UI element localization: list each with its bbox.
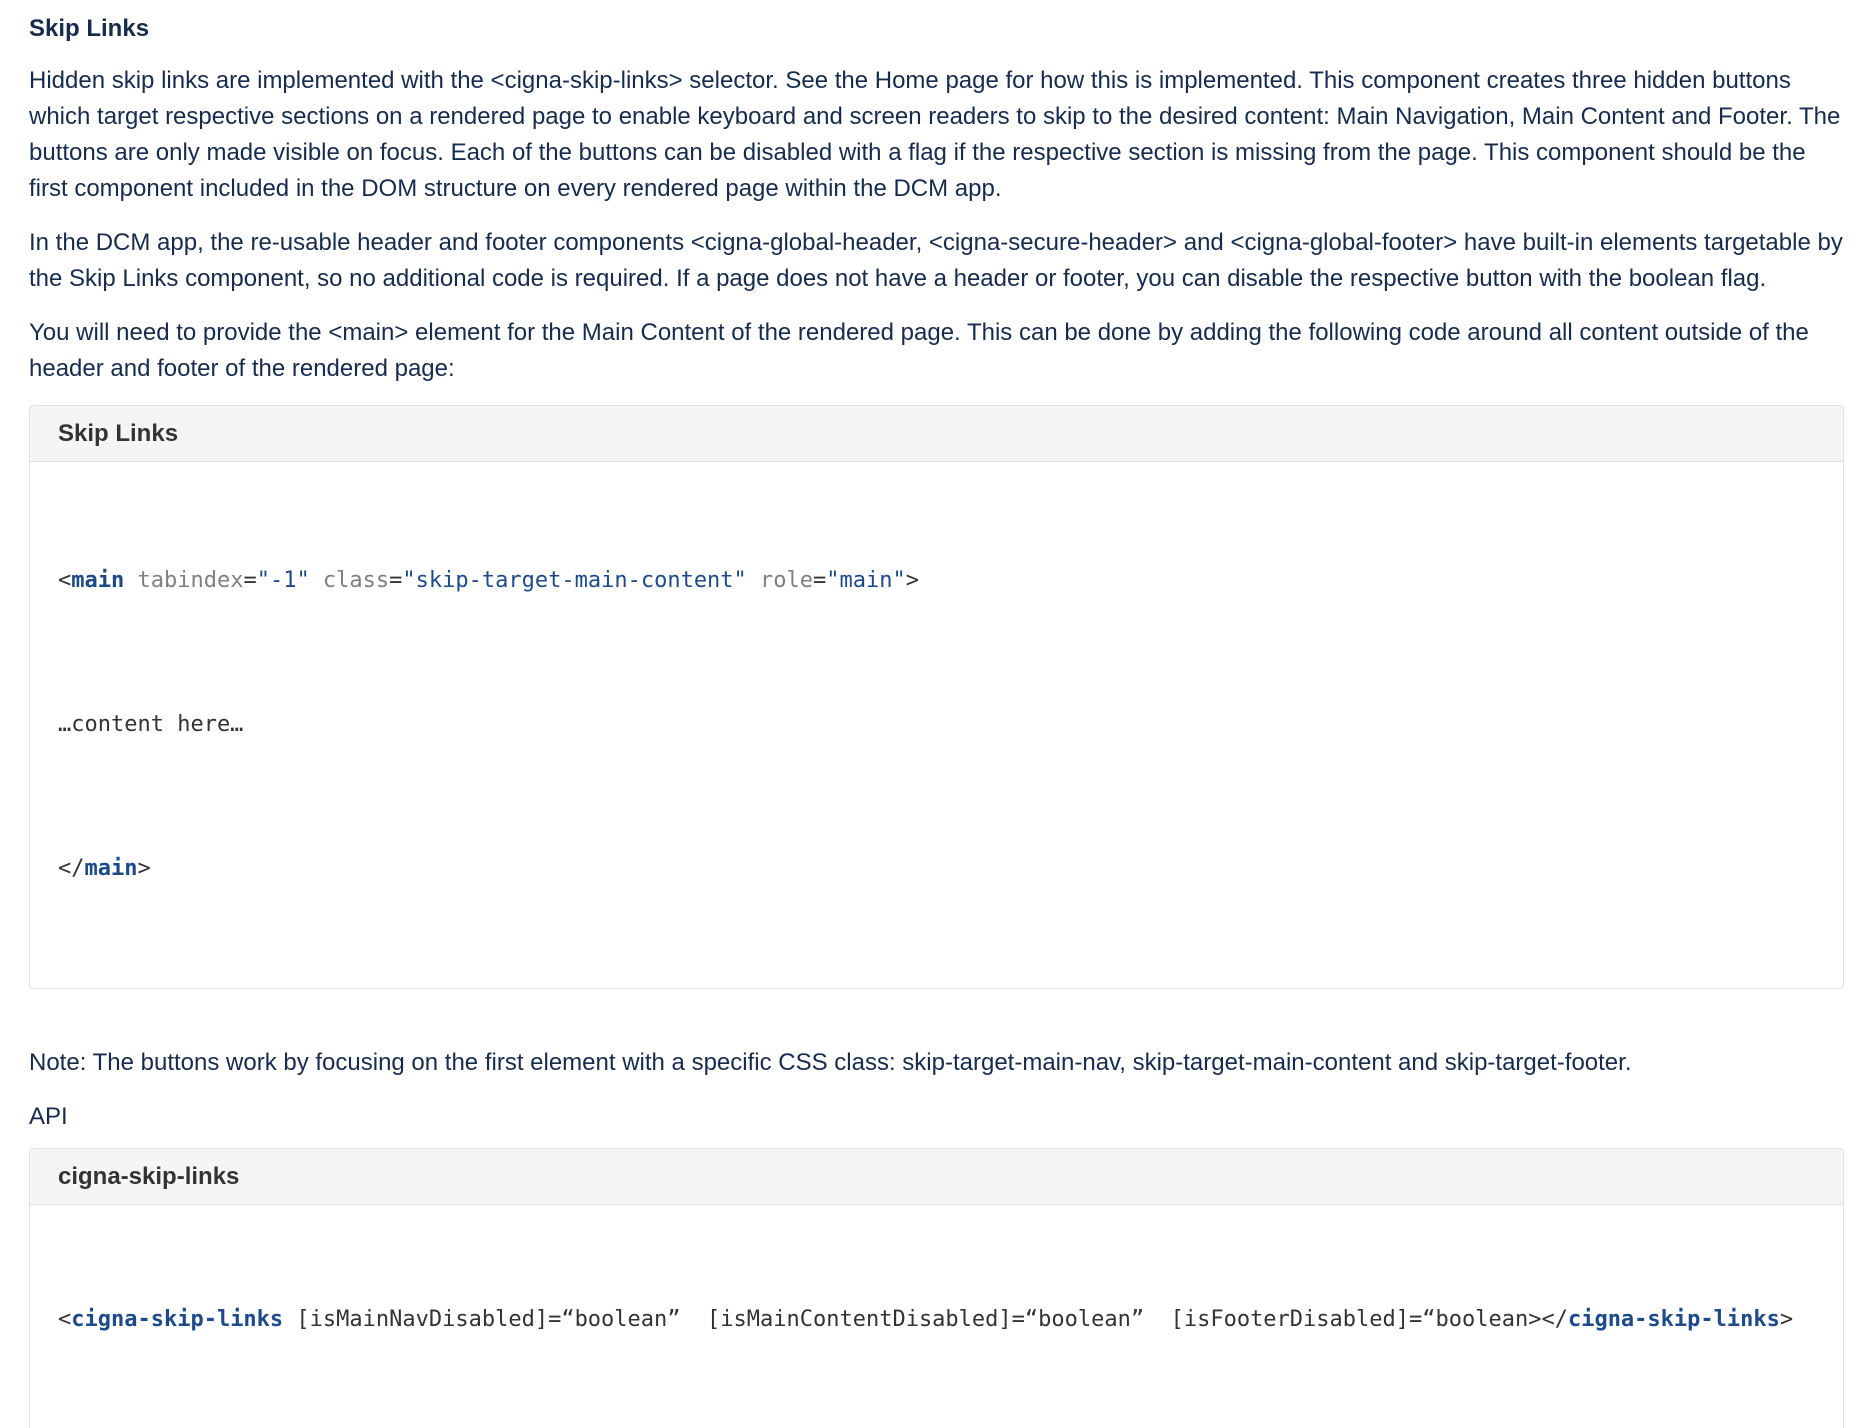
code-punct: >: [137, 856, 151, 881]
page-content: Skip Links Hidden skip links are impleme…: [29, 0, 1844, 1428]
page-heading: Skip Links: [29, 15, 150, 42]
code-panel-title: Skip Links: [30, 406, 1843, 462]
code-punct: >: [1779, 1307, 1794, 1332]
code-string: "main": [826, 568, 906, 593]
code-panel-title: cigna-skip-links: [30, 1149, 1843, 1205]
code-panel-skip-links: Skip Links <main tabindex="-1" class="sk…: [29, 405, 1844, 989]
code-tag: main: [84, 856, 138, 881]
code-attr: role: [746, 568, 814, 593]
code-block[interactable]: <main tabindex="-1" class="skip-target-m…: [30, 462, 1843, 988]
code-tag: main: [71, 568, 125, 593]
code-string: "-1": [256, 568, 310, 593]
code-panel-cigna-skip-links: cigna-skip-links <cigna-skip-links [isMa…: [29, 1148, 1844, 1428]
code-punct: =: [813, 568, 827, 593]
code-punct: >: [905, 568, 920, 593]
code-line: …content here…: [58, 712, 244, 737]
code-punct: =: [389, 568, 403, 593]
intro-paragraph: Hidden skip links are implemented with t…: [29, 67, 1841, 202]
note-paragraph: Note: The buttons work by focusing on th…: [29, 1049, 1632, 1076]
code-punct: <: [58, 1307, 72, 1332]
code-punct: =: [243, 568, 257, 593]
code-attr: tabindex: [124, 568, 244, 593]
code-line: <cigna-skip-links [isMainNavDisabled]=“b…: [58, 1284, 1843, 1356]
code-line: <main tabindex="-1" class="skip-target-m…: [58, 545, 1843, 617]
main-element-paragraph: You will need to provide the <main> elem…: [29, 319, 1809, 382]
code-string: "skip-target-main-content": [402, 568, 747, 593]
code-text: [isMainNavDisabled]=“boolean” [isMainCon…: [283, 1307, 1568, 1332]
code-block[interactable]: <cigna-skip-links [isMainNavDisabled]=“b…: [30, 1205, 1843, 1428]
code-line: </main>: [58, 833, 1843, 905]
api-label: API: [29, 1103, 68, 1130]
code-punct: </: [58, 856, 85, 881]
code-tag: cigna-skip-links: [71, 1307, 284, 1332]
code-punct: <: [58, 568, 72, 593]
header-footer-paragraph: In the DCM app, the re-usable header and…: [29, 229, 1843, 292]
code-tag: cigna-skip-links: [1567, 1307, 1780, 1332]
code-attr: class: [309, 568, 390, 593]
